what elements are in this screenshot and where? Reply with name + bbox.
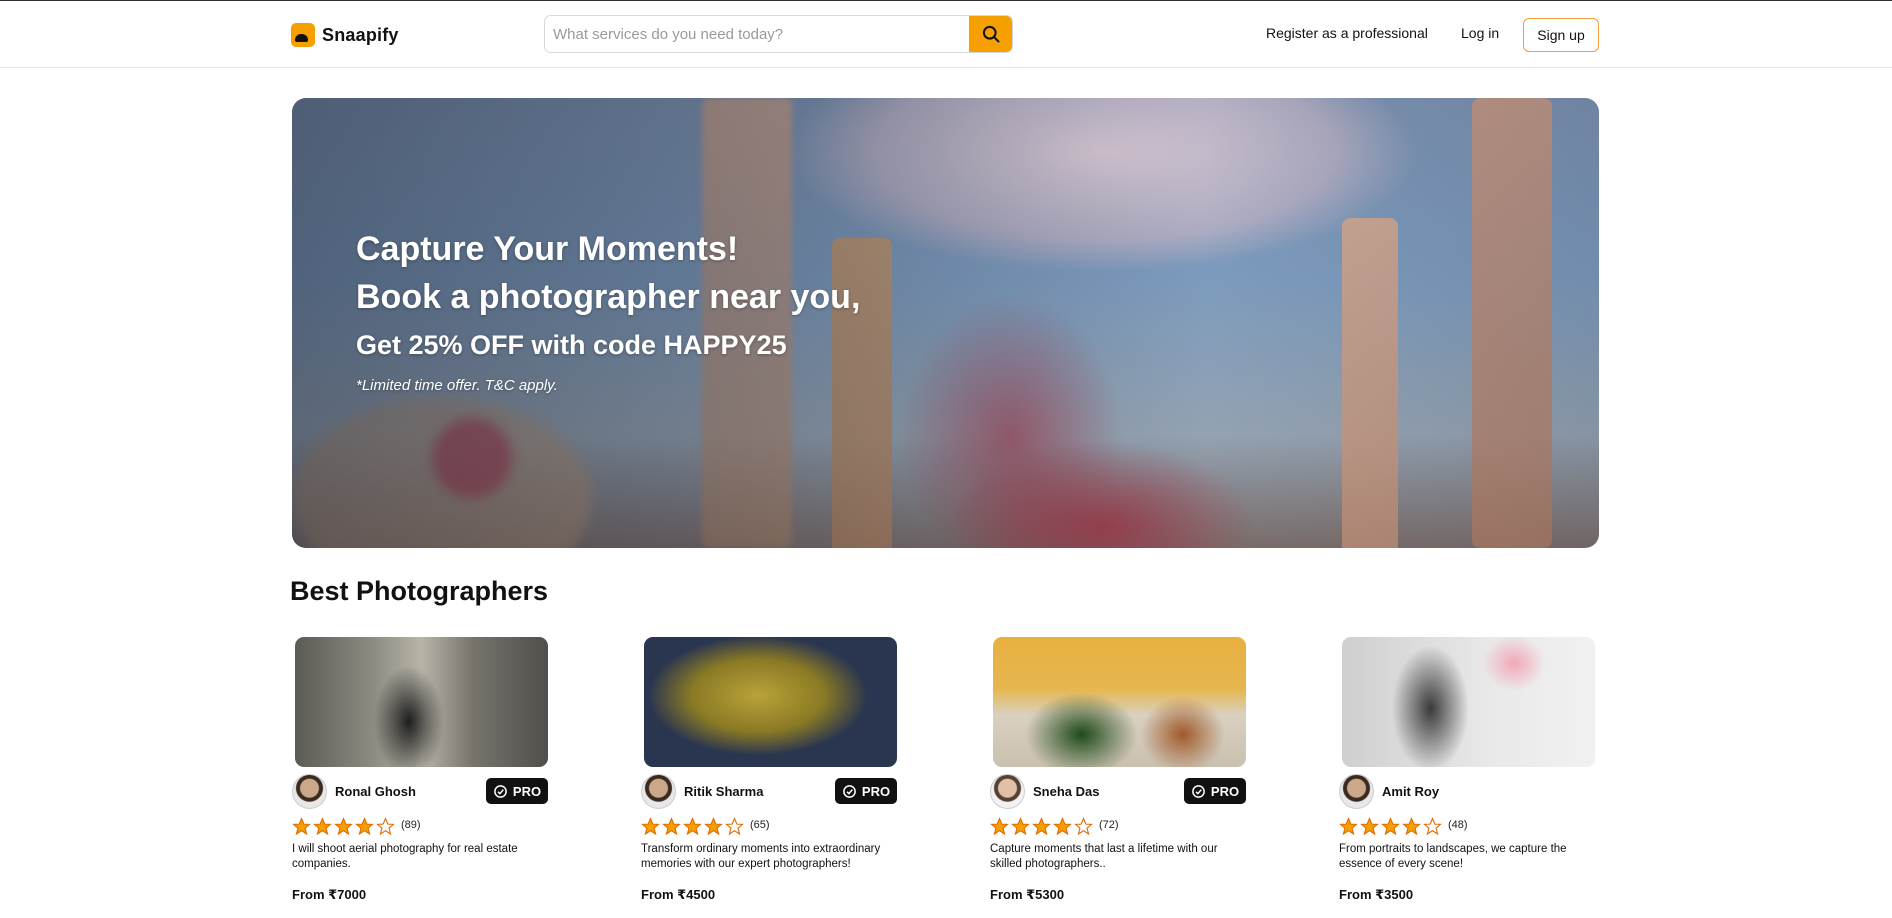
- star-filled-icon: [1381, 817, 1400, 836]
- star-empty-icon: [1423, 817, 1442, 836]
- search-button[interactable]: [969, 16, 1012, 52]
- avatar: [641, 774, 676, 809]
- review-count: (72): [1099, 818, 1119, 831]
- star-filled-icon: [334, 817, 353, 836]
- star-filled-icon: [1032, 817, 1051, 836]
- curry-bowl-photo[interactable]: [644, 637, 897, 767]
- star-rating: (65): [641, 817, 770, 836]
- hero-banner[interactable]: Capture Your Moments! Book a photographe…: [292, 98, 1599, 548]
- section-title: Best Photographers: [290, 576, 549, 606]
- star-filled-icon: [662, 817, 681, 836]
- signup-button[interactable]: Sign up: [1523, 18, 1599, 52]
- star-filled-icon: [683, 817, 702, 836]
- pro-label: PRO: [512, 783, 542, 799]
- card-description: From portraits to landscapes, we capture…: [1339, 843, 1567, 870]
- hero-headline: Capture Your Moments!: [356, 230, 739, 268]
- star-filled-icon: [292, 817, 311, 836]
- verified-check-icon: [494, 784, 507, 798]
- figure-sculpture-photo[interactable]: [1342, 637, 1595, 767]
- hero-offer: Get 25% OFF with code HAPPY25: [356, 330, 787, 360]
- avatar: [292, 774, 327, 809]
- star-rating: (72): [990, 817, 1119, 836]
- card-description: Transform ordinary moments into extraord…: [641, 843, 881, 870]
- avatar: [1339, 774, 1374, 809]
- camera-man-photo[interactable]: [295, 637, 548, 767]
- avatar: [990, 774, 1025, 809]
- register-professional-link[interactable]: Register as a professional: [1266, 25, 1428, 41]
- brand-name: Snaapify: [322, 24, 399, 45]
- star-filled-icon: [704, 817, 723, 836]
- card-price: From ₹5300: [990, 887, 1065, 902]
- star-filled-icon: [1011, 817, 1030, 836]
- hero-overlay: [292, 98, 1599, 548]
- pro-badge: PRO: [835, 778, 897, 804]
- card-price: From ₹7000: [292, 887, 367, 902]
- photographer-name[interactable]: Ritik Sharma: [684, 784, 763, 799]
- star-filled-icon: [1053, 817, 1072, 836]
- star-rating: (89): [292, 817, 421, 836]
- star-filled-icon: [990, 817, 1009, 836]
- star-filled-icon: [1339, 817, 1358, 836]
- top-navbar: Snaapify Register as a professional Log …: [0, 1, 1892, 68]
- pro-label: PRO: [1210, 783, 1240, 799]
- card-description: I will shoot aerial photography for real…: [292, 843, 518, 870]
- photographer-name[interactable]: Ronal Ghosh: [335, 784, 416, 799]
- card-description: Capture moments that last a lifetime wit…: [990, 843, 1218, 870]
- review-count: (65): [750, 818, 770, 831]
- login-link[interactable]: Log in: [1461, 25, 1499, 41]
- food-plate-photo[interactable]: [993, 637, 1246, 767]
- review-count: (48): [1448, 818, 1468, 831]
- review-count: (89): [401, 818, 421, 831]
- hero-subheadline: Book a photographer near you,: [356, 278, 861, 316]
- pro-badge: PRO: [1184, 778, 1246, 804]
- star-filled-icon: [1402, 817, 1421, 836]
- star-filled-icon: [641, 817, 660, 836]
- photographer-name[interactable]: Amit Roy: [1382, 784, 1439, 799]
- logo-icon: [291, 23, 315, 47]
- photographer-name[interactable]: Sneha Das: [1033, 784, 1099, 799]
- pro-label: PRO: [861, 783, 891, 799]
- verified-check-icon: [843, 784, 856, 798]
- brand-logo[interactable]: Snaapify: [291, 23, 399, 47]
- card-price: From ₹4500: [641, 887, 716, 902]
- star-empty-icon: [725, 817, 744, 836]
- pro-badge: PRO: [486, 778, 548, 804]
- search-input[interactable]: [545, 16, 969, 52]
- star-filled-icon: [313, 817, 332, 836]
- star-filled-icon: [1360, 817, 1379, 836]
- search-icon: [982, 25, 999, 43]
- search-bar: [544, 15, 1013, 53]
- verified-check-icon: [1192, 784, 1205, 798]
- star-empty-icon: [1074, 817, 1093, 836]
- star-empty-icon: [376, 817, 395, 836]
- star-rating: (48): [1339, 817, 1468, 836]
- hero-disclaimer: *Limited time offer. T&C apply.: [356, 377, 558, 394]
- card-price: From ₹3500: [1339, 887, 1414, 902]
- star-filled-icon: [355, 817, 374, 836]
